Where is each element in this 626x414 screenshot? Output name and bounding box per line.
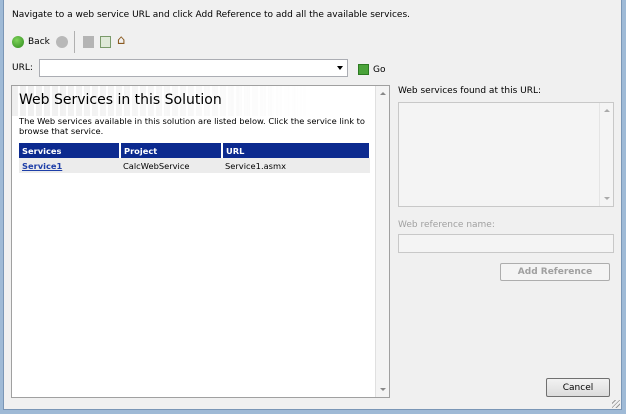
scroll-up-icon[interactable] [604, 109, 610, 112]
go-label: Go [373, 64, 386, 75]
browser-pane: Web Services in this Solution The Web se… [11, 85, 390, 398]
cancel-button[interactable]: Cancel [546, 378, 610, 397]
service-link[interactable]: Service1 [22, 161, 62, 171]
toolbar-separator [74, 31, 75, 53]
services-found-list[interactable] [398, 102, 614, 207]
scroll-down-icon[interactable] [380, 388, 386, 391]
reference-name-input[interactable] [398, 234, 614, 253]
forward-button[interactable] [56, 36, 68, 48]
scroll-up-icon[interactable] [380, 92, 386, 95]
go-arrow-icon [358, 64, 369, 75]
url-combobox[interactable] [39, 59, 348, 77]
url-cell: Service1.asmx [222, 158, 370, 173]
home-icon[interactable]: ⌂ [117, 33, 125, 48]
dropdown-arrow-icon[interactable] [337, 66, 343, 70]
go-button[interactable]: Go [358, 64, 385, 75]
list-scrollbar[interactable] [599, 103, 613, 206]
column-header: Project [120, 143, 223, 158]
table-row: Service1 CalcWebService Service1.asmx [19, 158, 370, 173]
reference-name-label: Web reference name: [398, 220, 495, 230]
back-label: Back [28, 37, 50, 47]
column-header: URL [222, 143, 371, 158]
add-web-reference-dialog: Navigate to a web service URL and click … [3, 0, 622, 410]
column-header: Services [19, 143, 121, 158]
back-arrow-icon [12, 36, 24, 48]
stop-icon[interactable] [83, 36, 94, 48]
services-table: Services Project URL Service1 CalcWebSer… [19, 143, 371, 173]
services-found-label: Web services found at this URL: [398, 86, 542, 96]
vertical-scrollbar[interactable] [375, 86, 389, 397]
resize-grip-icon[interactable] [612, 400, 620, 408]
add-reference-button[interactable]: Add Reference [500, 263, 610, 281]
page-title: Web Services in this Solution [19, 92, 222, 108]
back-button[interactable]: Back [12, 34, 50, 50]
refresh-icon[interactable] [100, 36, 111, 48]
scroll-down-icon[interactable] [604, 197, 610, 200]
page-description: The Web services available in this solut… [19, 116, 365, 136]
url-label: URL: [12, 63, 33, 73]
instruction-text: Navigate to a web service URL and click … [12, 10, 410, 20]
project-cell: CalcWebService [120, 158, 222, 173]
